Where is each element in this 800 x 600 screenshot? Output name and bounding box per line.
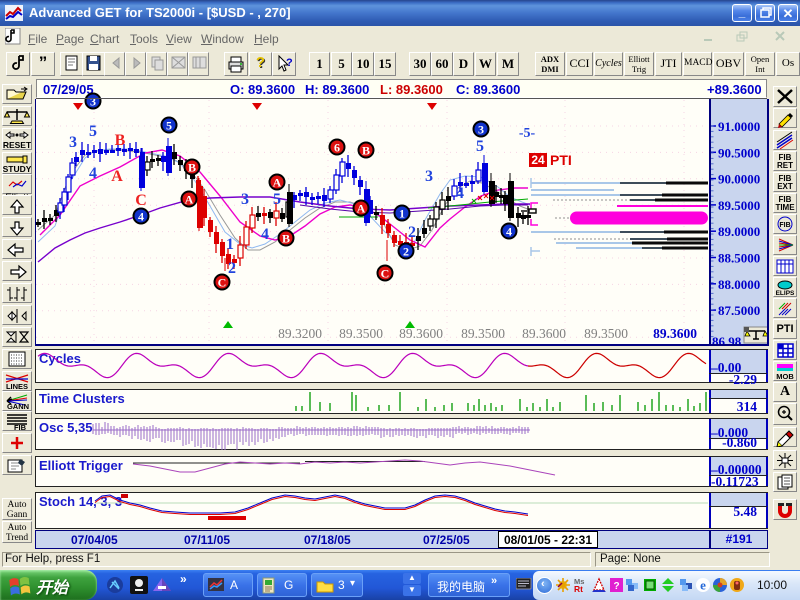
svg-text:e: e [700,578,706,593]
svg-text:Rt: Rt [574,584,583,594]
svg-text:?: ? [613,581,619,592]
